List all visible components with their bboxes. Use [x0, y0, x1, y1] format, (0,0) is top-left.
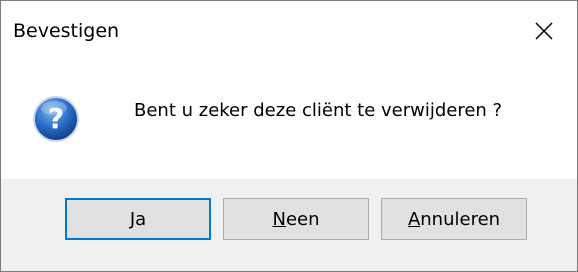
- cancel-button[interactable]: Annuleren: [381, 198, 527, 240]
- confirm-dialog: Bevestigen ? Bent u zeker deze cliënt te…: [0, 0, 578, 272]
- question-icon: ?: [33, 96, 79, 142]
- button-bar: Ja Neen Annuleren: [1, 179, 577, 271]
- svg-text:?: ?: [48, 102, 64, 135]
- cancel-button-label: Annuleren: [407, 208, 501, 230]
- message-text: Bent u zeker deze cliënt te verwijderen …: [134, 100, 503, 121]
- close-icon: [535, 22, 553, 40]
- close-button[interactable]: [523, 12, 565, 50]
- yes-button[interactable]: Ja: [65, 198, 211, 240]
- title-bar[interactable]: Bevestigen: [1, 1, 577, 63]
- yes-button-label: Ja: [129, 208, 147, 230]
- window-title: Bevestigen: [13, 20, 120, 42]
- no-button-label: Neen: [272, 208, 320, 230]
- no-button[interactable]: Neen: [223, 198, 369, 240]
- message-area: ? Bent u zeker deze cliënt te verwijdere…: [1, 63, 577, 179]
